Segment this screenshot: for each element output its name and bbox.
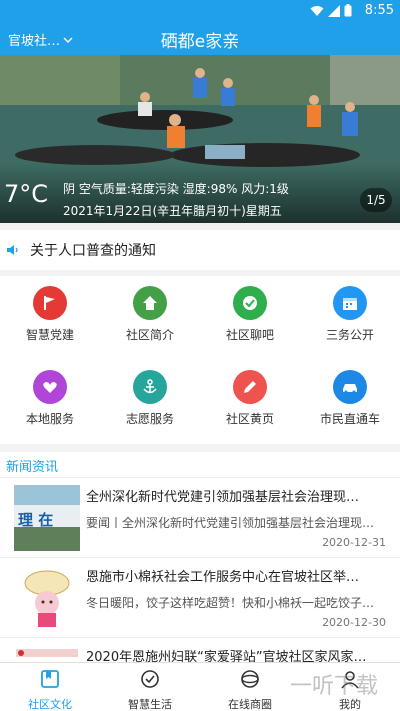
app-title: 硒都e家亲 [160, 32, 240, 52]
wifi-icon [310, 5, 324, 16]
banner-pager: 1/5 [360, 188, 392, 212]
service-label: 本地服务 [25, 412, 74, 426]
service-community-intro[interactable]: 社区简介 [100, 276, 200, 356]
chat-check-icon [233, 286, 267, 320]
tab-smart-life[interactable]: 智慧生活 [100, 663, 200, 711]
notice-bar[interactable]: 关于人口普查的通知 [0, 230, 400, 270]
service-citizen-express[interactable]: 市民直通车 [300, 360, 400, 440]
anchor-icon [133, 370, 167, 404]
service-community-chat[interactable]: 社区聊吧 [200, 276, 300, 356]
news-item[interactable]: 恩施市小棉袄社会工作服务中心在官坡社区举… 冬日暖阳，饺子这样吃超赞！快和小棉袄… [0, 558, 400, 638]
news-title: 2020年恩施州妇联“家爱驿站”官坡社区家风家… [86, 650, 367, 662]
service-grid: 智慧党建 社区简介 社区聊吧 三务公开 本地服务 志愿服务 社区黄页 市民直通车 [0, 276, 400, 444]
car-icon [333, 370, 367, 404]
news-section: 新闻资讯 理 在 全州深化新时代党建引领加强基层社会治理现… 要闻丨全州深化新时… [0, 452, 400, 662]
status-icons [310, 4, 352, 17]
heart-hand-icon [33, 370, 67, 404]
service-volunteer[interactable]: 志愿服务 [100, 360, 200, 440]
party-flag-icon [33, 286, 67, 320]
calendar-icon [333, 286, 367, 320]
news-header: 新闻资讯 [0, 452, 400, 478]
news-item[interactable]: 2020年恩施州妇联“家爱驿站”官坡社区家风家… [0, 638, 400, 662]
app-bar: 官坡社… 硒都e家亲 [0, 22, 400, 55]
shield-check-icon [141, 670, 159, 688]
news-thumbnail: 理 在 [14, 485, 80, 551]
news-date: 2020-12-31 [322, 536, 386, 549]
service-smart-party[interactable]: 智慧党建 [0, 276, 100, 356]
weather-info: 阴 空气质量:轻度污染 湿度:98% 风力:1级 [63, 182, 289, 196]
globe-icon [241, 670, 259, 688]
news-item[interactable]: 理 在 全州深化新时代党建引领加强基层社会治理现… 要闻丨全州深化新时代党建引领… [0, 478, 400, 558]
service-label: 智慧党建 [25, 328, 74, 342]
news-title: 恩施市小棉袄社会工作服务中心在官坡社区举… [86, 570, 360, 585]
service-label: 市民直通车 [319, 412, 380, 426]
news-thumb-text: 理 在 [18, 511, 54, 529]
speaker-icon [7, 245, 18, 255]
watermark: 一听下载 [290, 674, 379, 699]
service-local[interactable]: 本地服务 [0, 360, 100, 440]
service-label: 社区聊吧 [225, 328, 274, 342]
status-bar: 8:55 [0, 0, 400, 22]
home-icon [133, 286, 167, 320]
tab-label: 社区文化 [28, 698, 72, 711]
service-label: 社区黄页 [225, 412, 274, 426]
news-thumbnail [14, 645, 80, 662]
status-time: 8:55 [364, 3, 394, 18]
news-thumbnail [14, 565, 80, 631]
service-label: 志愿服务 [125, 412, 174, 426]
news-date: 2020-12-30 [322, 616, 386, 629]
weather-date: 2021年1月22日(辛丑年腊月初十)星期五 [63, 204, 282, 218]
book-icon [41, 670, 59, 688]
service-yellow-pages[interactable]: 社区黄页 [200, 360, 300, 440]
tab-label: 智慧生活 [128, 698, 172, 711]
news-title: 全州深化新时代党建引领加强基层社会治理现… [86, 490, 360, 505]
pen-icon [233, 370, 267, 404]
news-summary: 要闻丨全州深化新时代党建引领加强基层社会治理现… [86, 516, 375, 530]
banner-carousel[interactable]: 7°C 阴 空气质量:轻度污染 湿度:98% 风力:1级 2021年1月22日(… [0, 55, 400, 223]
service-label: 社区简介 [125, 328, 174, 342]
weather-temperature: 7°C [4, 180, 49, 208]
tab-community-culture[interactable]: 社区文化 [0, 663, 100, 711]
notice-text: 关于人口普查的通知 [30, 243, 156, 259]
signal-icon [328, 4, 340, 17]
battery-icon [344, 4, 352, 17]
news-summary: 冬日暖阳，饺子这样吃超赞！快和小棉袄一起吃饺子… [86, 596, 375, 610]
service-label: 三务公开 [325, 328, 374, 342]
service-public-affairs[interactable]: 三务公开 [300, 276, 400, 356]
